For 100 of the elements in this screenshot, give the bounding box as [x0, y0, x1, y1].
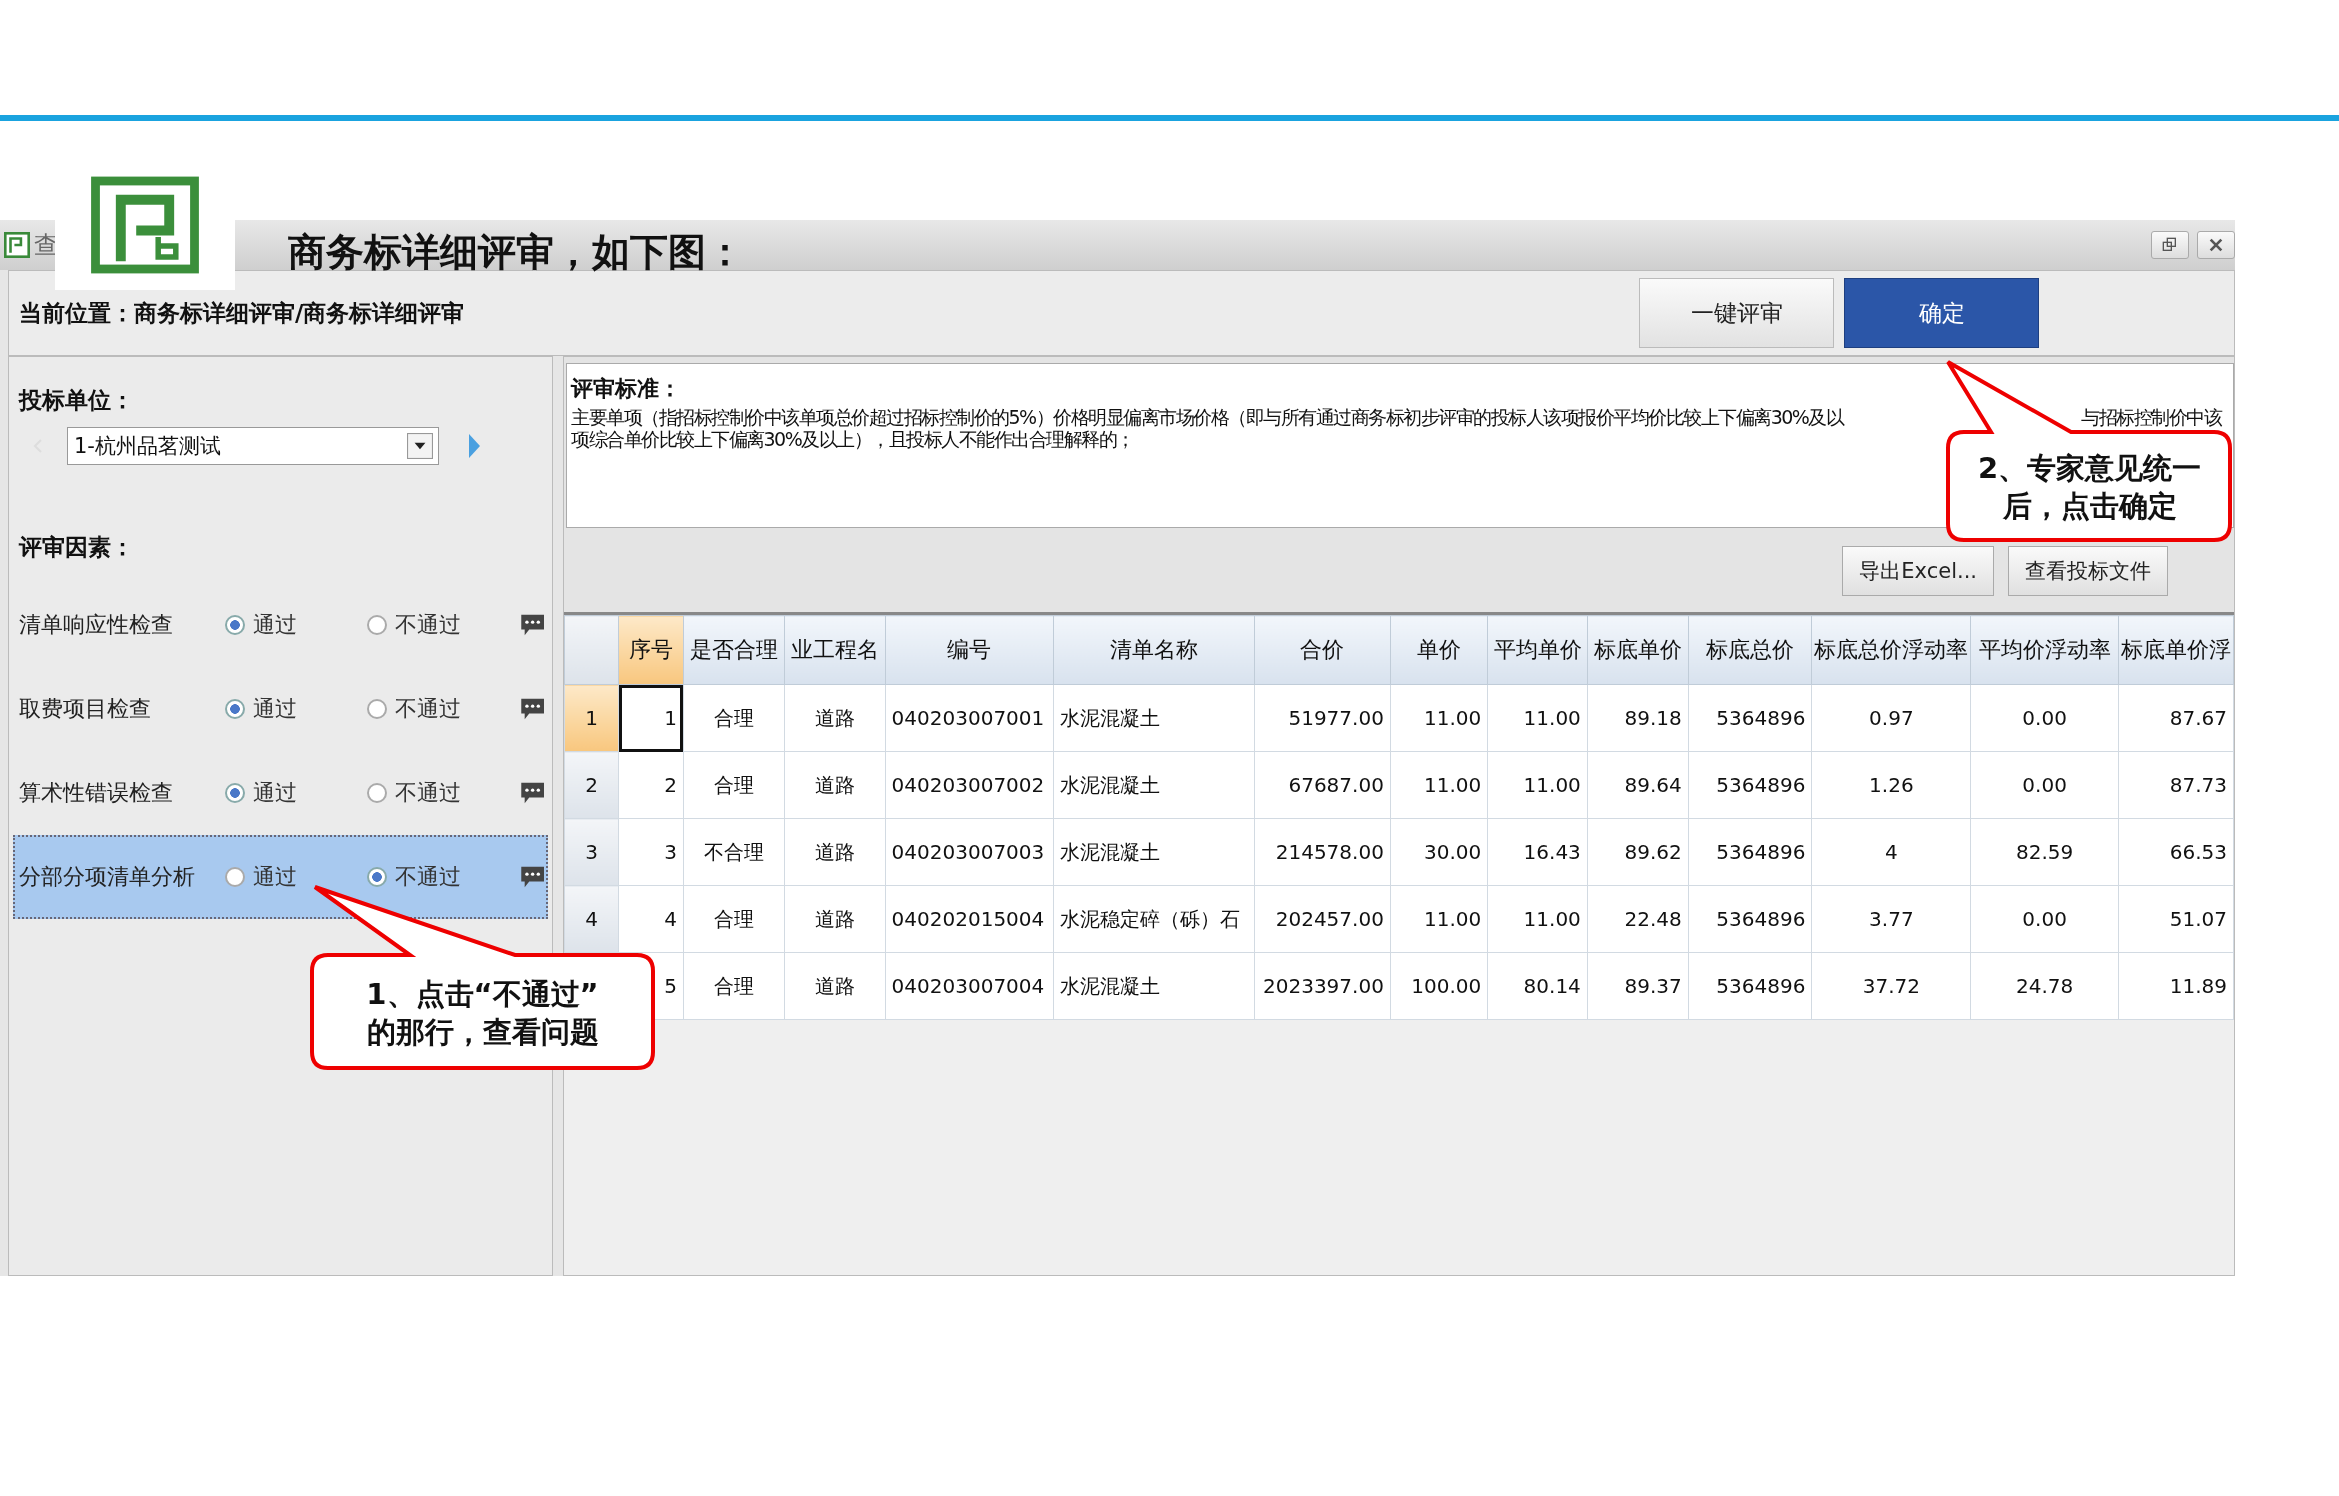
radio-option[interactable]: 不通过 — [366, 778, 513, 808]
column-header[interactable]: 标底总价 — [1688, 615, 1812, 685]
column-header[interactable]: 标底单价 — [1587, 615, 1689, 685]
table-cell: 4 — [1811, 818, 1971, 886]
bidder-dropdown[interactable]: 1-杭州品茗测试 — [67, 427, 439, 465]
table-cell: 100.00 — [1390, 952, 1488, 1020]
table-cell: 水泥混凝土 — [1053, 751, 1255, 819]
factor-row[interactable]: 分部分项清单分析 通过 不通过 — [13, 835, 548, 919]
radio-option[interactable]: 通过 — [225, 610, 367, 640]
callout-text: 1、点击“不通过” — [366, 975, 599, 1013]
table-cell: 89.64 — [1587, 751, 1689, 819]
table-cell: 11.00 — [1390, 885, 1488, 953]
table-cell: 合理 — [683, 952, 785, 1020]
table-cell: 道路 — [784, 818, 886, 886]
column-header[interactable]: 编号 — [885, 615, 1054, 685]
table-cell: 87.67 — [2118, 684, 2234, 752]
factor-row[interactable]: 清单响应性检查 通过 不通过 — [13, 583, 548, 667]
table-cell: 51977.00 — [1254, 684, 1391, 752]
app-icon — [4, 232, 30, 258]
factors-label: 评审因素： — [19, 533, 135, 562]
table-cell: 82.59 — [1970, 818, 2119, 886]
table-cell: 040203007003 — [885, 818, 1054, 886]
table-cell: 66.53 — [2118, 818, 2234, 886]
radio-option[interactable]: 通过 — [225, 862, 367, 892]
confirm-button[interactable]: 确定 — [1844, 278, 2039, 348]
factor-row[interactable]: 取费项目检查 通过 不通过 — [13, 667, 548, 751]
radio-option[interactable]: 不通过 — [366, 610, 513, 640]
table-cell: 水泥混凝土 — [1053, 818, 1255, 886]
table-cell: 1.26 — [1811, 751, 1971, 819]
column-header[interactable]: 标底总价浮动率 — [1811, 615, 1971, 685]
table-cell: 0.97 — [1811, 684, 1971, 752]
table-cell: 合理 — [683, 885, 785, 953]
column-header[interactable]: 标底单价浮 — [2118, 615, 2234, 685]
radio-option[interactable]: 通过 — [225, 694, 367, 724]
table-cell: 道路 — [784, 885, 886, 953]
factor-name: 清单响应性检查 — [19, 611, 174, 639]
callout-text: 后，点击确定 — [2002, 488, 2177, 525]
table-cell: 24.78 — [1970, 952, 2119, 1020]
close-icon — [2208, 237, 2224, 253]
table-cell: 040203007004 — [885, 952, 1054, 1020]
column-header[interactable]: 业工程名 — [784, 615, 886, 685]
table-cell: 040202015004 — [885, 885, 1054, 953]
callout-text: 的那行，查看问题 — [366, 1013, 599, 1051]
table-cell: 5364896 — [1688, 751, 1812, 819]
restore-icon — [2162, 237, 2178, 253]
column-header[interactable]: 序号 — [618, 615, 684, 685]
column-header[interactable]: 是否合理 — [683, 615, 785, 685]
table-cell: 5364896 — [1688, 818, 1812, 886]
table-cell: 87.73 — [2118, 751, 2234, 819]
table-cell: 道路 — [784, 684, 886, 752]
table-cell: 3 — [618, 818, 684, 886]
column-header[interactable]: 清单名称 — [1053, 615, 1255, 685]
table-cell: 11.00 — [1390, 751, 1488, 819]
table-cell: 水泥混凝土 — [1053, 684, 1255, 752]
table-cell: 37.72 — [1811, 952, 1971, 1020]
table-cell: 16.43 — [1487, 818, 1588, 886]
criteria-text: 主要单项（指招标控制价中该单项总价超过招标控制价的5%）价格明显偏离市场价格（即与所有通过商务标初步评审的投标人该项报价平均价比较上下偏离30%及以 — [571, 406, 1844, 428]
restore-button[interactable] — [2151, 231, 2189, 259]
table-cell: 89.18 — [1587, 684, 1689, 752]
view-file-button[interactable]: 查看投标文件 — [2008, 546, 2168, 596]
export-button[interactable]: 导出Excel... — [1842, 546, 1994, 596]
table-cell: 0.00 — [1970, 885, 2119, 953]
table-cell: 3.77 — [1811, 885, 1971, 953]
radio-option[interactable]: 不通过 — [366, 694, 513, 724]
review-button[interactable]: 一键评审 — [1639, 278, 1834, 348]
table-cell: 51.07 — [2118, 885, 2234, 953]
column-header[interactable]: 平均单价 — [1487, 615, 1588, 685]
radio-option[interactable]: 通过 — [225, 778, 367, 808]
column-header[interactable]: 合价 — [1254, 615, 1391, 685]
callout-text: 2、专家意见统一 — [1977, 450, 2202, 487]
table-cell: 11.00 — [1487, 684, 1588, 752]
row-header[interactable]: 1 — [564, 684, 619, 752]
row-header[interactable]: 2 — [564, 751, 619, 819]
factor-name: 分部分项清单分析 — [19, 863, 196, 891]
table-cell: 合理 — [683, 684, 785, 752]
radio-option[interactable]: 不通过 — [366, 862, 513, 892]
row-header[interactable]: 4 — [564, 885, 619, 953]
column-header[interactable]: 平均价浮动率 — [1970, 615, 2119, 685]
factor-name: 算术性错误检查 — [19, 779, 174, 807]
table-cell: 0.00 — [1970, 684, 2119, 752]
column-header[interactable]: 单价 — [1390, 615, 1488, 685]
table-cell: 0.00 — [1970, 751, 2119, 819]
table-cell: 道路 — [784, 751, 886, 819]
table-cell: 5364896 — [1688, 885, 1812, 953]
row-header[interactable]: 3 — [564, 818, 619, 886]
close-button[interactable] — [2197, 231, 2235, 259]
table-cell: 道路 — [784, 952, 886, 1020]
table-cell: 2 — [618, 751, 684, 819]
table-cell: 11.00 — [1390, 684, 1488, 752]
table-cell: 不合理 — [683, 818, 785, 886]
table-cell: 11.00 — [1487, 885, 1588, 953]
table-cell: 67687.00 — [1254, 751, 1391, 819]
table-cell: 22.48 — [1587, 885, 1689, 953]
criteria-text: 与招标控制价中该 — [2081, 406, 2221, 428]
factor-row[interactable]: 算术性错误检查 通过 不通过 — [13, 751, 548, 835]
table-cell: 89.37 — [1587, 952, 1689, 1020]
table-cell: 1 — [618, 684, 684, 752]
table-cell: 2023397.00 — [1254, 952, 1391, 1020]
table-cell: 5364896 — [1688, 684, 1812, 752]
table-cell: 80.14 — [1487, 952, 1588, 1020]
